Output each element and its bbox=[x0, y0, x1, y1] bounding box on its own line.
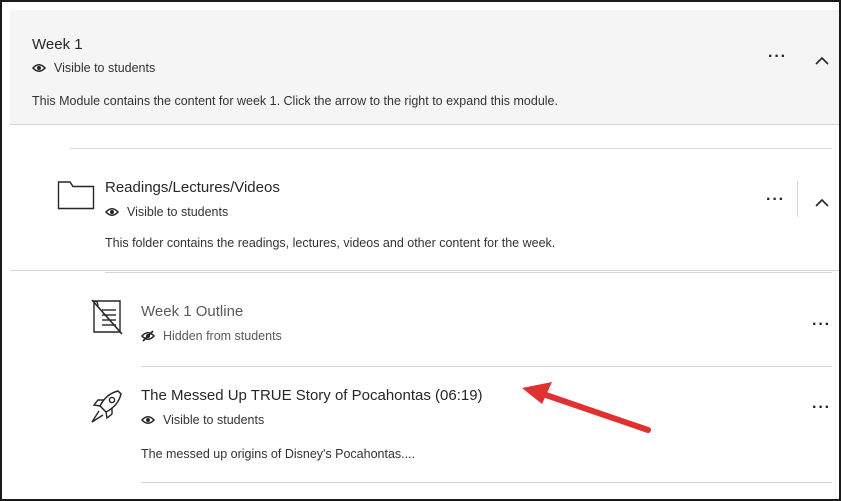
item-title[interactable]: Week 1 Outline bbox=[141, 303, 243, 320]
module-visibility[interactable]: Visible to students bbox=[32, 61, 155, 75]
eye-slash-icon bbox=[141, 330, 155, 342]
divider bbox=[141, 482, 832, 483]
folder-visibility[interactable]: Visible to students bbox=[105, 205, 228, 219]
module-content: Readings/Lectures/Videos Visible to stud… bbox=[10, 126, 839, 499]
module-more-options-button[interactable]: ··· bbox=[768, 49, 787, 65]
rocket-icon bbox=[91, 390, 122, 423]
item-visibility-label: Visible to students bbox=[163, 413, 265, 427]
item-more-options-button[interactable]: ··· bbox=[812, 317, 831, 333]
folder-description: This folder contains the readings, lectu… bbox=[105, 236, 556, 250]
module-title[interactable]: Week 1 bbox=[32, 36, 83, 53]
folder-more-options-button[interactable]: ··· bbox=[766, 192, 785, 208]
folder-visibility-label: Visible to students bbox=[127, 205, 229, 219]
folder-title[interactable]: Readings/Lectures/Videos bbox=[105, 179, 280, 196]
eye-icon bbox=[105, 207, 119, 217]
divider bbox=[141, 366, 832, 367]
divider bbox=[70, 148, 832, 149]
eye-icon bbox=[141, 415, 155, 425]
item-visibility[interactable]: Hidden from students bbox=[141, 329, 282, 343]
red-arrow-annotation bbox=[522, 382, 651, 433]
module-description: This Module contains the content for wee… bbox=[32, 94, 558, 108]
folder-icon bbox=[57, 181, 95, 210]
divider bbox=[10, 270, 839, 271]
chevron-up-icon[interactable] bbox=[815, 198, 829, 207]
item-title[interactable]: The Messed Up TRUE Story of Pocahontas (… bbox=[141, 387, 483, 404]
course-content-frame: Week 1 Visible to students This Module c… bbox=[0, 0, 841, 501]
module-header[interactable]: Week 1 Visible to students This Module c… bbox=[10, 10, 839, 125]
item-visibility-label: Hidden from students bbox=[163, 329, 282, 343]
item-more-options-button[interactable]: ··· bbox=[812, 400, 831, 416]
divider bbox=[105, 272, 832, 273]
module-visibility-label: Visible to students bbox=[54, 61, 156, 75]
item-description: The messed up origins of Disney's Pocaho… bbox=[141, 447, 416, 461]
chevron-up-icon[interactable] bbox=[815, 56, 829, 65]
document-icon bbox=[91, 299, 123, 335]
divider bbox=[797, 181, 798, 217]
item-visibility[interactable]: Visible to students bbox=[141, 413, 264, 427]
eye-icon bbox=[32, 63, 46, 73]
